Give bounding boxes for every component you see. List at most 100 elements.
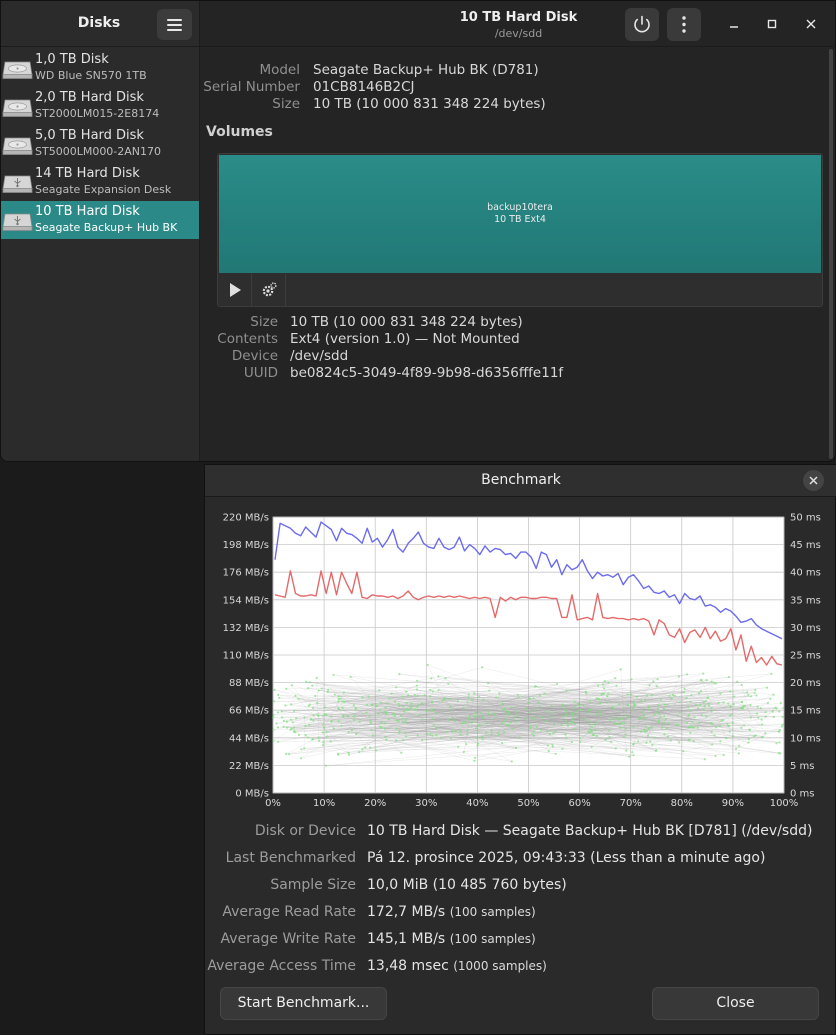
access-time-sample [722, 753, 725, 757]
access-time-sample [713, 734, 716, 737]
hamburger-menu-button[interactable] [157, 9, 192, 40]
access-time-sample [697, 692, 701, 695]
access-time-sample [337, 753, 340, 756]
access-time-sample [561, 747, 564, 750]
access-time-sample [647, 705, 650, 708]
volume-settings-button[interactable] [252, 274, 286, 306]
drive-list-item[interactable]: 5,0 TB Hard Disk ST5000LM000-2AN170 [1, 125, 199, 163]
access-time-sample [732, 703, 735, 706]
access-time-sample [678, 711, 681, 714]
access-time-sample [459, 730, 462, 733]
access-time-sample [341, 706, 344, 709]
access-time-sample [496, 731, 499, 734]
details-scrollbar[interactable] [828, 49, 834, 459]
close-window-button[interactable] [802, 15, 820, 33]
access-time-sample [704, 700, 707, 703]
access-time-sample [668, 694, 671, 697]
access-time-sample [574, 706, 577, 709]
access-time-sample [727, 675, 731, 679]
access-time-sample [426, 733, 429, 736]
access-time-sample [720, 719, 723, 722]
access-time-sample [645, 741, 648, 744]
sidebar-header: Disks [1, 1, 199, 47]
access-time-sample [459, 733, 462, 736]
access-time-sample [308, 681, 311, 684]
access-time-sample [710, 707, 713, 710]
access-time-sample [742, 707, 745, 710]
access-time-sample [603, 687, 606, 690]
volume-partition-block[interactable]: backup10tera 10 TB Ext4 [219, 155, 821, 273]
access-time-sample [570, 740, 573, 744]
access-time-sample [687, 714, 690, 718]
access-time-sample [528, 697, 531, 700]
access-time-sample [578, 741, 582, 744]
access-time-sample [635, 695, 638, 698]
access-time-sample [532, 734, 535, 737]
access-time-sample [556, 682, 559, 685]
drive-list-item[interactable]: 10 TB Hard Disk Seagate Backup+ Hub BK [1, 201, 199, 239]
access-time-sample [385, 738, 388, 741]
dialog-close-button[interactable] [803, 470, 824, 491]
access-time-sample [282, 720, 285, 723]
access-time-sample [663, 733, 666, 736]
access-time-sample [487, 712, 490, 715]
access-time-sample [689, 700, 692, 703]
access-time-sample [531, 732, 534, 735]
access-time-sample [481, 738, 484, 741]
access-time-sample [332, 673, 335, 676]
x-axis-tick: 80% [671, 798, 693, 809]
close-button[interactable]: Close [652, 987, 819, 1020]
start-benchmark-button[interactable]: Start Benchmark... [220, 987, 387, 1020]
access-time-sample [746, 691, 749, 694]
access-time-sample [709, 721, 712, 724]
access-time-sample [678, 675, 681, 678]
access-time-sample [429, 732, 432, 735]
access-time-sample [476, 714, 479, 717]
drive-list-item[interactable]: 2,0 TB Hard Disk ST2000LM015-2E8174 [1, 87, 199, 125]
access-time-sample [730, 713, 733, 716]
mount-volume-button[interactable] [218, 274, 252, 306]
access-time-sample [473, 759, 476, 762]
access-time-sample [512, 716, 515, 719]
minimize-button[interactable] [725, 15, 743, 33]
scrollbar-thumb[interactable] [829, 49, 833, 459]
access-time-sample [504, 717, 507, 720]
access-time-sample [304, 734, 307, 737]
access-time-sample [450, 708, 453, 711]
access-time-sample [645, 729, 648, 732]
access-time-sample [507, 724, 510, 727]
access-time-sample [325, 730, 328, 733]
access-time-sample [454, 730, 457, 733]
y-axis-left-tick: 88 MB/s [229, 678, 269, 689]
access-time-sample [628, 755, 631, 758]
access-time-sample [536, 714, 539, 717]
drive-sidebar: Disks 1,0 TB Disk WD Blue SN570 1TB 2,0 TB… [1, 1, 200, 461]
maximize-button[interactable] [763, 15, 781, 33]
power-off-button[interactable] [625, 8, 659, 41]
access-time-sample [375, 749, 378, 752]
maximize-icon [767, 19, 777, 29]
drive-list-item[interactable]: 1,0 TB Disk WD Blue SN570 1TB [1, 49, 199, 87]
access-time-sample [707, 702, 710, 705]
access-time-sample [595, 697, 598, 700]
access-time-sample [398, 731, 401, 734]
access-time-sample [657, 707, 660, 710]
access-time-sample [374, 704, 378, 708]
access-time-sample [365, 703, 369, 706]
access-time-sample [347, 751, 350, 754]
gears-icon [262, 282, 277, 297]
access-time-sample [705, 679, 708, 682]
access-time-sample [406, 708, 410, 711]
access-time-sample [304, 724, 307, 727]
access-time-sample [529, 727, 532, 730]
access-time-sample [503, 720, 506, 723]
drive-options-button[interactable] [667, 8, 701, 41]
access-time-sample [529, 724, 532, 727]
access-time-sample [648, 684, 651, 687]
y-axis-right-tick: 15 ms [790, 706, 821, 717]
drive-list-item[interactable]: 14 TB Hard Disk Seagate Expansion Desk [1, 163, 199, 201]
access-time-sample [764, 732, 767, 735]
access-time-sample [599, 713, 602, 716]
access-time-sample [333, 693, 336, 696]
access-time-sample [493, 713, 496, 716]
